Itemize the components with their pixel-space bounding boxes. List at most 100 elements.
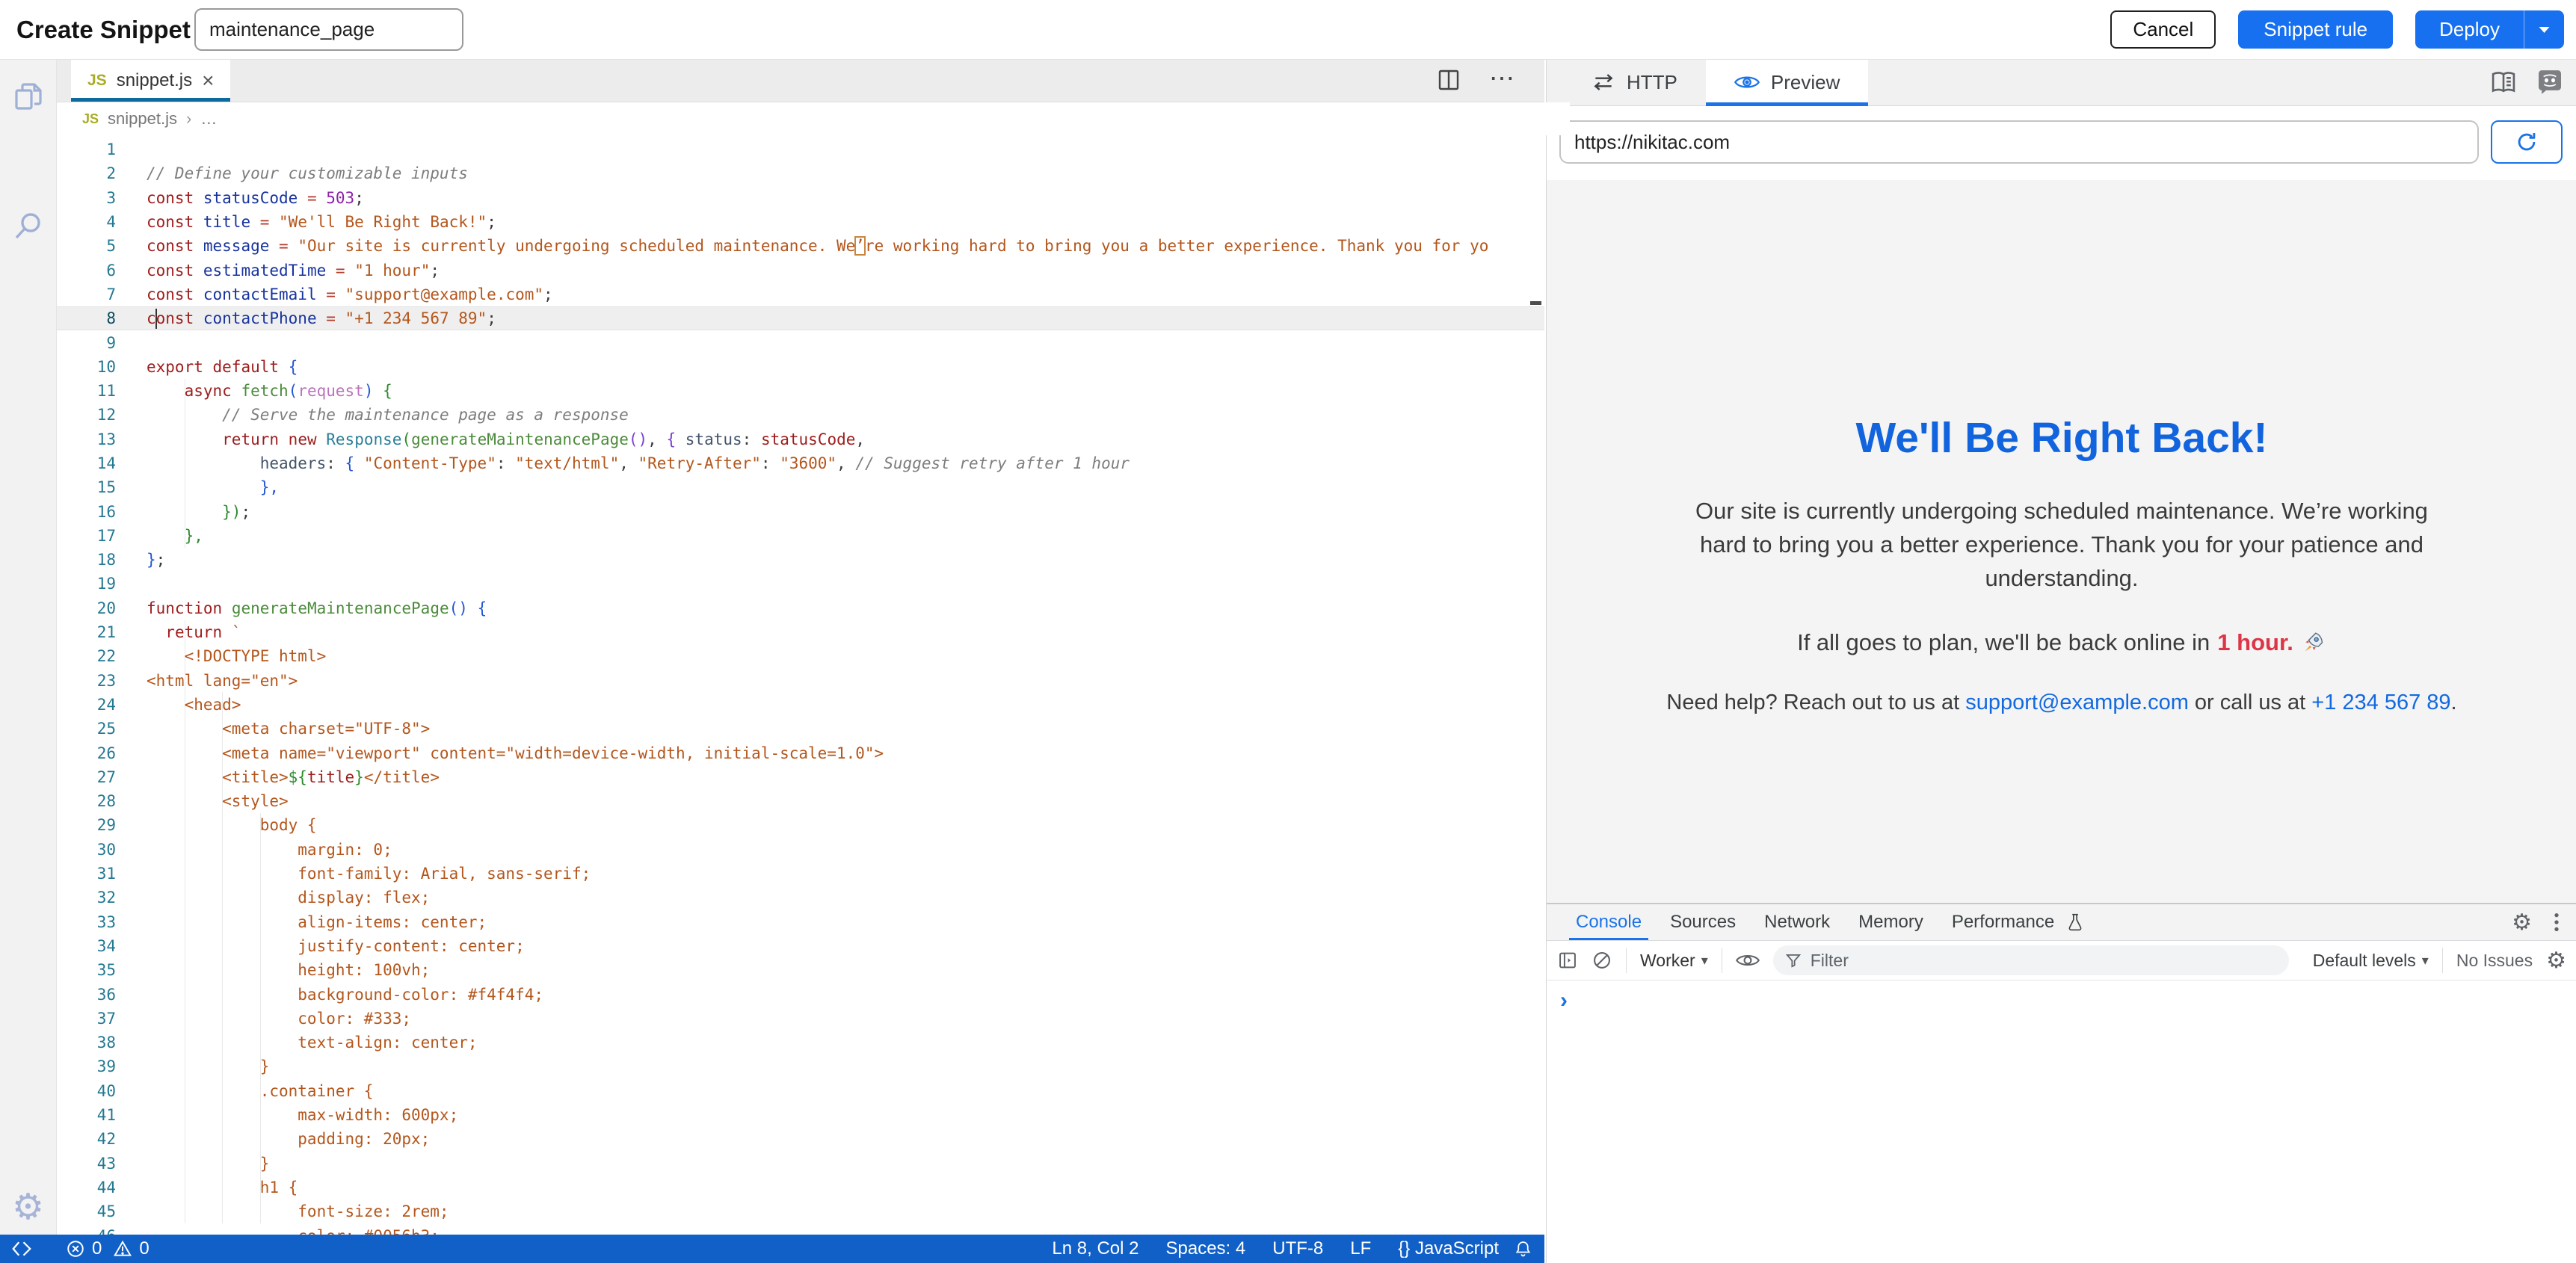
code-line[interactable]: 6const estimatedTime = "1 hour"; — [56, 258, 1544, 282]
phone-link[interactable]: +1 234 567 89 — [2311, 691, 2450, 714]
code-line[interactable]: 40 .container { — [56, 1079, 1544, 1103]
more-actions-icon[interactable]: ⋯ — [1489, 64, 1515, 93]
code-line[interactable]: 9 — [56, 330, 1544, 354]
code-line[interactable]: 15 }, — [56, 475, 1544, 499]
code-line[interactable]: 8const contactPhone = "+1 234 567 89"; — [56, 306, 1544, 330]
status-bar-item[interactable]: {} JavaScript — [1398, 1238, 1499, 1259]
code-line[interactable]: 20function generateMaintenancePage() { — [56, 596, 1544, 620]
console-sidebar-toggle-icon[interactable] — [1557, 950, 1578, 971]
devtools-settings-gear-icon[interactable]: ⚙ — [2512, 910, 2532, 936]
devtools-tab-console[interactable]: Console — [1562, 904, 1656, 940]
code-line[interactable]: 38 text-align: center; — [56, 1031, 1544, 1054]
code-line[interactable]: 33 align-items: center; — [56, 910, 1544, 934]
clear-console-icon[interactable] — [1591, 950, 1612, 971]
code-line[interactable]: 2// Define your customizable inputs — [56, 161, 1544, 185]
code-line[interactable]: 25 <meta charset="UTF-8"> — [56, 717, 1544, 741]
code-line[interactable]: 34 justify-content: center; — [56, 934, 1544, 958]
code-line[interactable]: 10export default { — [56, 355, 1544, 379]
console-filter-input[interactable]: Filter — [1773, 945, 2289, 975]
code-line[interactable]: 36 background-color: #f4f4f4; — [56, 982, 1544, 1006]
status-bar-item[interactable]: Ln 8, Col 2 — [1052, 1238, 1138, 1259]
code-token: generateMaintenancePage — [411, 430, 629, 448]
live-expression-eye-icon[interactable] — [1736, 951, 1760, 970]
deploy-dropdown-button[interactable] — [2524, 10, 2564, 49]
code-line[interactable]: 46 color: #0056b3; — [56, 1223, 1544, 1235]
snippet-name-input[interactable] — [194, 8, 463, 51]
code-line[interactable]: 41 max-width: 600px; — [56, 1103, 1544, 1127]
email-link[interactable]: support@example.com — [1965, 691, 2189, 714]
kebab-menu-icon[interactable] — [2553, 910, 2560, 934]
discord-icon[interactable] — [2535, 67, 2565, 97]
status-bar-item[interactable]: UTF-8 — [1272, 1238, 1323, 1259]
console-output[interactable]: › — [1547, 981, 2576, 1012]
status-bar-item[interactable]: LF — [1350, 1238, 1371, 1259]
code-line[interactable]: 45 font-size: 2rem; — [56, 1199, 1544, 1223]
code-line[interactable]: 26 <meta name="viewport" content="width=… — [56, 741, 1544, 765]
breadcrumb-file[interactable]: snippet.js — [108, 109, 177, 129]
remote-indicator[interactable] — [10, 1239, 33, 1259]
code-line[interactable]: 12 // Serve the maintenance page as a re… — [56, 403, 1544, 427]
code-token: : — [742, 430, 761, 448]
code-line[interactable]: 29 body { — [56, 813, 1544, 837]
code-line[interactable]: 3const statusCode = 503; — [56, 186, 1544, 210]
code-line[interactable]: 16 }); — [56, 499, 1544, 523]
code-line[interactable]: 30 margin: 0; — [56, 838, 1544, 862]
code-line[interactable]: 42 padding: 20px; — [56, 1127, 1544, 1151]
snippet-rule-button[interactable]: Snippet rule — [2238, 10, 2393, 49]
devtools-tab-sources[interactable]: Sources — [1656, 904, 1750, 940]
code-line[interactable]: 31 font-family: Arial, sans-serif; — [56, 862, 1544, 886]
tab-http[interactable]: HTTP — [1563, 59, 1706, 105]
code-line[interactable]: 14 headers: { "Content-Type": "text/html… — [56, 451, 1544, 475]
execution-context-dropdown[interactable]: Worker ▾ — [1640, 951, 1708, 971]
code-line[interactable]: 24 <head> — [56, 693, 1544, 717]
code-line[interactable]: 32 display: flex; — [56, 886, 1544, 910]
tab-snippet-js[interactable]: JS snippet.js × — [71, 59, 230, 102]
issues-counter[interactable]: No Issues — [2456, 951, 2533, 971]
deploy-button[interactable]: Deploy — [2415, 10, 2524, 49]
refresh-button[interactable] — [2491, 120, 2563, 164]
devtools-tab-memory[interactable]: Memory — [1844, 904, 1938, 940]
breadcrumb[interactable]: JS snippet.js › … — [57, 102, 1570, 135]
code-line[interactable]: 37 color: #333; — [56, 1007, 1544, 1031]
code-line[interactable]: 4const title = "We'll Be Right Back!"; — [56, 210, 1544, 234]
code-line[interactable]: 11 async fetch(request) { — [56, 379, 1544, 403]
code-line[interactable]: 18}; — [56, 548, 1544, 572]
code-token: ; — [241, 503, 250, 521]
search-icon[interactable] — [10, 209, 46, 244]
code-line[interactable]: 21 return ` — [56, 620, 1544, 644]
breadcrumb-more[interactable]: … — [200, 109, 217, 129]
problems-indicator[interactable]: 0 0 — [66, 1238, 150, 1259]
code-line[interactable]: 27 <title>${title}</title> — [56, 765, 1544, 789]
code-line[interactable]: 5const message = "Our site is currently … — [56, 234, 1544, 258]
notifications-bell-icon[interactable] — [1514, 1240, 1544, 1259]
code-token: fetch — [241, 382, 288, 400]
code-line[interactable]: 39 } — [56, 1054, 1544, 1078]
code-line[interactable]: 23<html lang="en"> — [56, 669, 1544, 693]
code-line[interactable]: 13 return new Response(generateMaintenan… — [56, 427, 1544, 451]
devtools-tab-network[interactable]: Network — [1750, 904, 1844, 940]
code-line[interactable]: 43 } — [56, 1151, 1544, 1175]
code-line[interactable]: 19 — [56, 572, 1544, 596]
tab-preview[interactable]: Preview — [1706, 59, 1868, 105]
code-line[interactable]: 22 <!DOCTYPE html> — [56, 644, 1544, 668]
status-bar-item[interactable]: Spaces: 4 — [1166, 1238, 1246, 1259]
code-line[interactable]: 17 }, — [56, 524, 1544, 548]
code-line[interactable]: 28 <style> — [56, 789, 1544, 813]
devtools-tab-performance[interactable]: Performance — [1938, 904, 2098, 940]
editor-status-bar: 0 0 Ln 8, Col 2 Spaces: 4 UTF-8 LF {} JavaSc… — [0, 1235, 1544, 1263]
split-editor-icon[interactable] — [1435, 67, 1462, 93]
docs-book-icon[interactable] — [2489, 69, 2518, 96]
code-line[interactable]: 7const contactEmail = "support@example.c… — [56, 282, 1544, 306]
console-settings-gear-icon[interactable]: ⚙ — [2546, 948, 2566, 974]
settings-gear-icon[interactable]: ⚙ — [12, 1186, 44, 1228]
code-line[interactable]: 44 h1 { — [56, 1176, 1544, 1199]
code-line[interactable]: 35 height: 100vh; — [56, 958, 1544, 982]
code-line[interactable]: 1 — [56, 138, 1544, 161]
console-prompt-chevron[interactable]: › — [1560, 988, 1568, 1013]
files-icon[interactable] — [10, 78, 46, 114]
close-tab-icon[interactable]: × — [202, 70, 214, 91]
preview-url-input[interactable] — [1559, 120, 2479, 164]
code-editor[interactable]: 12// Define your customizable inputs3con… — [56, 135, 1544, 1235]
cancel-button[interactable]: Cancel — [2110, 10, 2216, 49]
log-levels-dropdown[interactable]: Default levels ▾ — [2313, 951, 2429, 971]
